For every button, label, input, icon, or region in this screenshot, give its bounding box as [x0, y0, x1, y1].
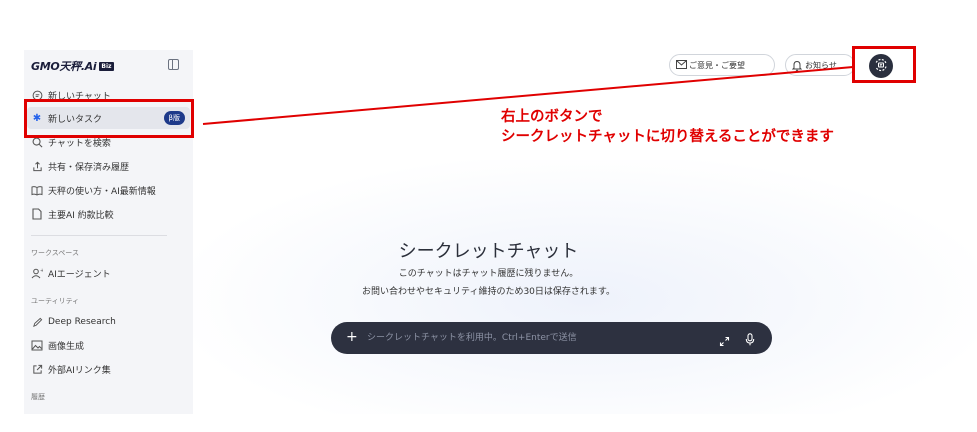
feedback-label: ご意見・ご要望 [689, 60, 745, 70]
page-title: シークレットチャット [398, 241, 579, 262]
sidebar-item-label: 主要AI 約款比較 [48, 210, 114, 221]
sidebar-item-label: 共有・保存済み履歴 [48, 162, 130, 173]
microphone-icon[interactable] [745, 331, 755, 350]
annotation-text: 右上のボタンで シークレットチャットに切り替えることができます [501, 107, 834, 147]
sidebar-item-how-to-use[interactable]: 天秤の使い方・AI最新情報 [24, 179, 193, 201]
logo[interactable]: GMO天秤.Ai Biz [31, 58, 114, 74]
sidebar-toggle-icon[interactable] [168, 59, 179, 70]
feedback-button[interactable]: ご意見・ご要望 [669, 54, 775, 76]
logo-badge: Biz [99, 61, 114, 71]
sidebar-item-terms-comparison[interactable]: 主要AI 約款比較 [24, 203, 193, 225]
sidebar-divider [31, 235, 167, 236]
book-icon [31, 184, 43, 196]
share-icon [31, 160, 43, 172]
bell-icon [791, 60, 803, 74]
external-link-icon [31, 363, 43, 375]
annotation-line-2: シークレットチャットに切り替えることができます [501, 129, 834, 145]
sidebar-item-deep-research[interactable]: Deep Research [24, 311, 193, 333]
sidebar-item-shared-history[interactable]: 共有・保存済み履歴 [24, 155, 193, 177]
image-icon [31, 339, 43, 351]
plus-icon[interactable]: + [346, 329, 358, 345]
document-icon [31, 208, 43, 220]
sidebar-item-label: 外部AIリンク集 [48, 365, 111, 376]
highlight-box-secret-toggle [852, 46, 916, 83]
annotation-line-1: 右上のボタンで [501, 109, 603, 125]
sidebar-item-label: 天秤の使い方・AI最新情報 [48, 186, 156, 197]
sidebar-item-label: 画像生成 [48, 341, 85, 352]
mail-icon [676, 60, 687, 72]
chat-composer: + [331, 322, 772, 354]
expand-icon[interactable] [719, 332, 730, 351]
utility-section-label: ユーティリティ [31, 297, 80, 305]
sidebar-item-external-ai-links[interactable]: 外部AIリンク集 [24, 358, 193, 380]
sidebar-item-image-generation[interactable]: 画像生成 [24, 334, 193, 356]
subtitle-line-1: このチャットはチャット履歴に残りません。 [398, 269, 579, 279]
sidebar-item-label: Deep Research [48, 317, 116, 327]
highlight-box-new-task [24, 99, 194, 138]
notifications-label: お知らせ [805, 60, 837, 70]
chat-input[interactable] [367, 330, 697, 346]
subtitle-line-2: お問い合わせやセキュリティ維持のため30日は保存されます。 [361, 287, 615, 297]
history-section-label: 履歴 [31, 393, 45, 401]
pen-icon [31, 316, 43, 328]
logo-text: GMO天秤.Ai [31, 60, 97, 73]
notifications-button[interactable]: お知らせ [785, 54, 855, 76]
